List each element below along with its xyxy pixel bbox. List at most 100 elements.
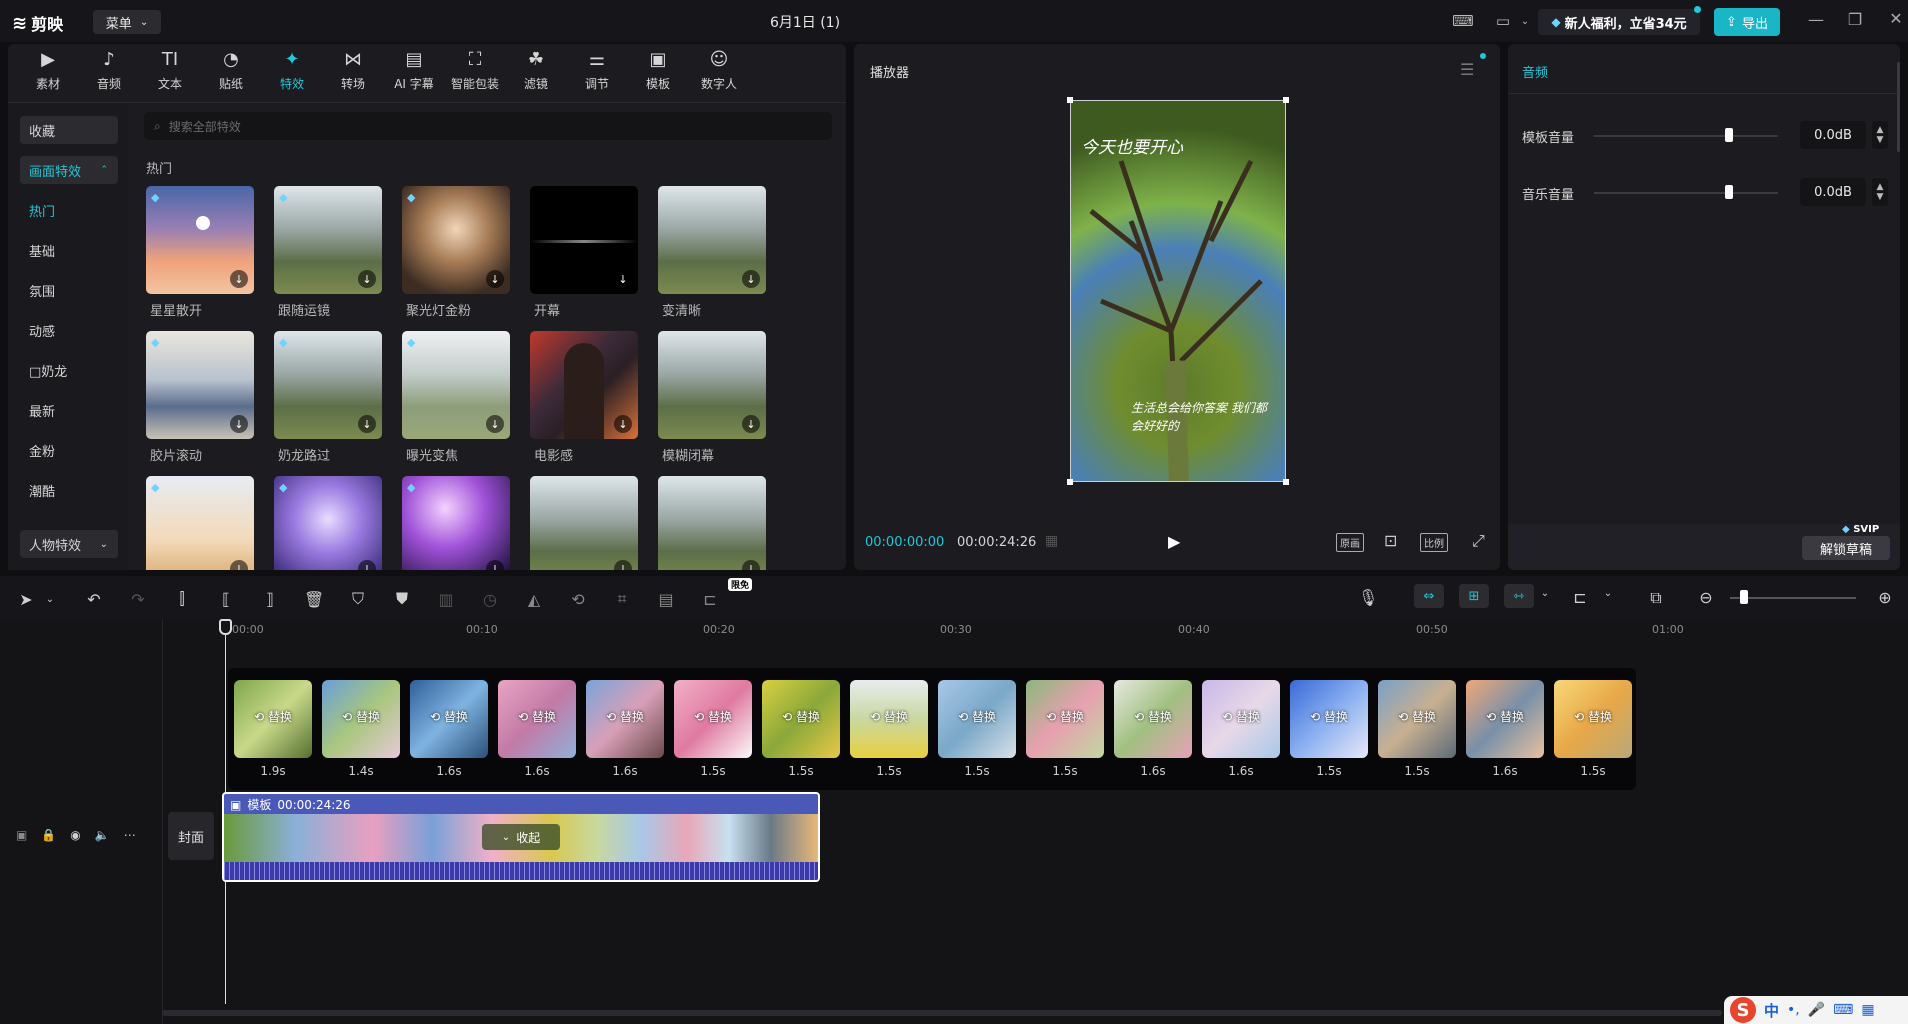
- effects-search-input[interactable]: ⌕ 搜索全部特效: [144, 112, 832, 140]
- promo-badge[interactable]: ◆ 新人福利，立省34元: [1538, 9, 1700, 35]
- ime-lang[interactable]: 中: [1764, 1000, 1779, 1021]
- download-icon[interactable]: ↓: [230, 270, 248, 288]
- template-volume-stepper[interactable]: ▲ ▼: [1872, 121, 1888, 149]
- preview-axis-dropdown-icon[interactable]: ⌄: [1598, 588, 1618, 599]
- cover-button[interactable]: 封面: [168, 812, 214, 860]
- replace-clip[interactable]: ⟲ 替换 1.9s: [234, 680, 312, 778]
- restore-icon[interactable]: ❐: [1843, 10, 1867, 29]
- replace-clip[interactable]: ⟲ 替换 1.6s: [410, 680, 488, 778]
- eye-icon[interactable]: ◉: [70, 828, 80, 842]
- resize-handle[interactable]: [1067, 479, 1073, 485]
- template-clip[interactable]: ▣ 模板 00:00:24:26 ⌄ 收起: [222, 792, 820, 882]
- close-icon[interactable]: ✕: [1884, 9, 1908, 28]
- lock-icon[interactable]: 🔒: [41, 828, 56, 842]
- play-icon[interactable]: ▶: [1168, 532, 1180, 551]
- preview-axis-icon[interactable]: ⊏: [1570, 588, 1590, 607]
- more-icon[interactable]: ⋯: [124, 828, 136, 842]
- playhead-handle[interactable]: [219, 619, 232, 635]
- timecode-grid-icon[interactable]: ▦: [1045, 533, 1058, 549]
- download-icon[interactable]: ↓: [614, 415, 632, 433]
- pointer-dropdown-icon[interactable]: ⌄: [40, 594, 60, 605]
- zoom-out-icon[interactable]: ⊖: [1696, 588, 1716, 607]
- ratio-button[interactable]: 比例: [1420, 533, 1448, 552]
- sidebar-item-latest[interactable]: 最新: [20, 396, 118, 424]
- download-icon[interactable]: ↓: [742, 270, 760, 288]
- sidebar-item-hot[interactable]: 热门: [20, 196, 118, 224]
- select-pointer-icon[interactable]: ➤: [16, 590, 36, 609]
- mirror-icon[interactable]: ◭: [524, 590, 544, 609]
- add-marker-icon[interactable]: ⛉: [348, 589, 368, 609]
- sidebar-item-basic[interactable]: 基础: [20, 236, 118, 264]
- replace-clip[interactable]: ⟲ 替换 1.5s: [762, 680, 840, 778]
- crop-icon[interactable]: ⌗: [612, 589, 632, 609]
- redo-icon[interactable]: ↷: [128, 590, 148, 609]
- sidebar-item-favorites[interactable]: 收藏: [20, 116, 118, 144]
- trim-right-icon[interactable]: ⟧: [260, 590, 280, 609]
- effect-card-film-roll[interactable]: ◆ ↓: [146, 331, 254, 439]
- punctuation-icon[interactable]: •,: [1787, 1002, 1800, 1018]
- delete-icon[interactable]: 🗑: [304, 590, 324, 609]
- replace-clip[interactable]: ⟲ 替换 1.5s: [1290, 680, 1368, 778]
- sidebar-item-atmosphere[interactable]: 氛围: [20, 276, 118, 304]
- sidebar-section-screen-effects[interactable]: 画面特效 ⌃: [20, 156, 118, 184]
- sidebar-item-dynamic[interactable]: 动感: [20, 316, 118, 344]
- speaker-icon[interactable]: 🔈: [95, 828, 110, 842]
- replace-clip[interactable]: ⟲ 替换 1.4s: [322, 680, 400, 778]
- tab-filter[interactable]: ☘ 滤镜: [508, 48, 564, 98]
- zoom-in-icon[interactable]: ⊕: [1875, 588, 1895, 607]
- music-volume-value[interactable]: 0.0dB: [1800, 178, 1866, 206]
- replace-clip[interactable]: ⟲ 替换 1.5s: [1378, 680, 1456, 778]
- resize-handle[interactable]: [1283, 97, 1289, 103]
- screenshot-icon[interactable]: ⊡: [1384, 531, 1397, 550]
- ime-mic-icon[interactable]: 🎤: [1808, 1002, 1825, 1018]
- replace-clip[interactable]: ⟲ 替换 1.6s: [1202, 680, 1280, 778]
- download-icon[interactable]: ↓: [742, 415, 760, 433]
- effect-card-heart-frame[interactable]: ◆ ↓: [274, 476, 382, 570]
- timeline-scrollbar[interactable]: [162, 1010, 1722, 1016]
- sidebar-item-gold[interactable]: 金粉: [20, 436, 118, 464]
- collapse-button[interactable]: ⌄ 收起: [482, 824, 560, 850]
- sidebar-item-cool[interactable]: 潮酷: [20, 476, 118, 504]
- effect-card-forest-5[interactable]: ↓: [658, 476, 766, 570]
- download-icon[interactable]: ↓: [230, 415, 248, 433]
- download-icon[interactable]: ↓: [614, 270, 632, 288]
- tab-digital-human[interactable]: ☺ 数字人: [691, 48, 747, 98]
- minimize-icon[interactable]: —: [1804, 10, 1828, 29]
- template-volume-knob[interactable]: [1725, 128, 1733, 142]
- rotate-icon[interactable]: ⟲: [568, 590, 588, 609]
- effect-card-sharpen[interactable]: ↓: [658, 186, 766, 294]
- shortcut-icon[interactable]: ⌨: [1450, 11, 1476, 31]
- linkage-dropdown-icon[interactable]: ⌄: [1535, 588, 1555, 599]
- effect-card-star-scatter[interactable]: ◆ ↓: [146, 186, 254, 294]
- linkage-icon[interactable]: ⇿: [1504, 584, 1534, 608]
- effect-card-forest-4[interactable]: ↓: [530, 476, 638, 570]
- reverse-icon[interactable]: ◷: [480, 590, 500, 609]
- layout-dropdown-icon[interactable]: ⌄: [1512, 11, 1538, 31]
- download-icon[interactable]: ↓: [742, 560, 760, 570]
- effect-card-spotlight-gold[interactable]: ◆ ↓: [402, 186, 510, 294]
- replace-clip[interactable]: ⟲ 替换 1.6s: [586, 680, 664, 778]
- player-menu-icon[interactable]: ☰: [1460, 60, 1474, 79]
- original-quality-button[interactable]: 原画: [1336, 533, 1364, 552]
- export-button[interactable]: ⇪ 导出: [1714, 8, 1780, 36]
- tab-media[interactable]: ▶ 素材: [20, 48, 76, 98]
- effect-card-glow-portrait[interactable]: ◆ ↓: [146, 476, 254, 570]
- tab-sticker[interactable]: ◔ 贴纸: [203, 48, 259, 98]
- tab-transition[interactable]: ⋈ 转场: [325, 48, 381, 98]
- video-preview[interactable]: 今天也要开心 生活总会给你答案 我们都会好好的: [1070, 100, 1286, 482]
- tab-audio[interactable]: ♪ 音频: [81, 48, 137, 98]
- ime-keyboard-icon[interactable]: ⌨: [1833, 1002, 1853, 1018]
- resize-handle[interactable]: [1067, 97, 1073, 103]
- auto-snap-icon[interactable]: ⊞: [1459, 584, 1489, 608]
- unlock-draft-button[interactable]: 解锁草稿: [1802, 536, 1890, 560]
- download-icon[interactable]: ↓: [358, 415, 376, 433]
- fit-timeline-icon[interactable]: ⧉: [1646, 588, 1666, 608]
- download-icon[interactable]: ↓: [230, 560, 248, 570]
- download-icon[interactable]: ↓: [614, 560, 632, 570]
- replace-clip[interactable]: ⟲ 替换 1.5s: [674, 680, 752, 778]
- sidebar-item-nailong[interactable]: □奶龙: [20, 356, 118, 384]
- effect-card-cinematic[interactable]: ↓: [530, 331, 638, 439]
- replace-clip[interactable]: ⟲ 替换 1.6s: [1114, 680, 1192, 778]
- sidebar-item-people-effects[interactable]: 人物特效 ⌄: [20, 530, 118, 558]
- replace-clip[interactable]: ⟲ 替换 1.6s: [1466, 680, 1544, 778]
